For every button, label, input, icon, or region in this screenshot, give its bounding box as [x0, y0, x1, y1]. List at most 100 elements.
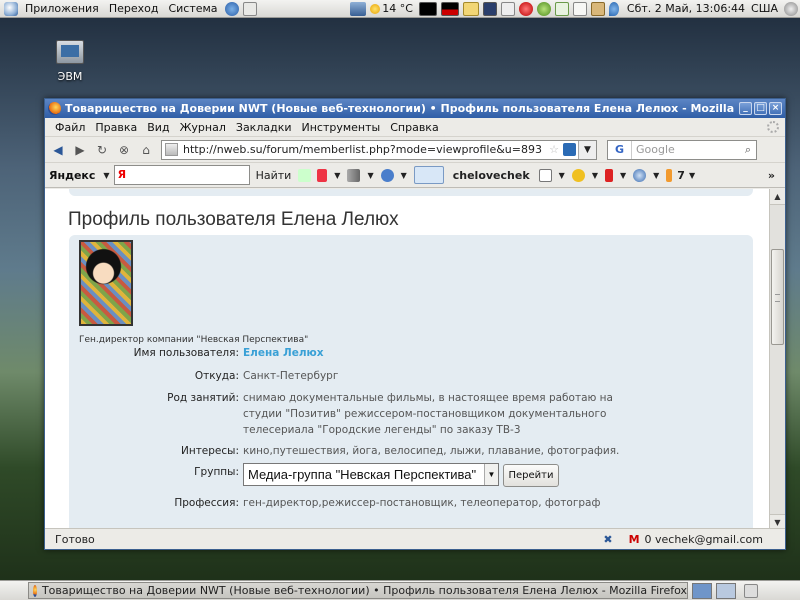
yandex-menu-dropdown-icon[interactable]: ▼: [103, 171, 109, 180]
from-value: Санкт-Петербург: [243, 370, 339, 382]
pen-icon[interactable]: [317, 168, 328, 182]
menu-applications[interactable]: Приложения: [20, 2, 104, 15]
pointer-tool-icon[interactable]: [500, 1, 515, 16]
profession-label: Профессия:: [174, 497, 239, 509]
forward-arrow-icon[interactable]: ▶: [71, 141, 89, 159]
home-icon[interactable]: ⌂: [137, 141, 155, 159]
bird-icon[interactable]: [571, 168, 585, 182]
person-dropdown-icon[interactable]: ▼: [620, 171, 626, 180]
groups-select-value: Медиа-группа "Невская Перспектива": [248, 467, 477, 482]
pen-dropdown-icon[interactable]: ▼: [334, 171, 340, 180]
reload-icon[interactable]: ↻: [93, 141, 111, 159]
drop-icon[interactable]: [608, 1, 619, 16]
menu-file[interactable]: Файл: [50, 121, 90, 134]
close-button[interactable]: ×: [769, 102, 782, 115]
counter-icon[interactable]: [666, 168, 673, 182]
url-text[interactable]: http://nweb.su/forum/memberlist.php?mode…: [183, 143, 547, 156]
firefox-icon: [48, 102, 61, 115]
menu-view[interactable]: Вид: [142, 121, 174, 134]
yandex-username[interactable]: chelovechek: [453, 169, 530, 182]
occupation-line: снимаю документальные фильмы, в настояще…: [243, 392, 613, 404]
minimize-button[interactable]: _: [739, 102, 752, 115]
bird-dropdown-icon[interactable]: ▼: [592, 171, 598, 180]
desktop-computer-icon[interactable]: ЭВМ: [48, 40, 92, 83]
gmail-icon: M: [628, 532, 640, 546]
occupation-line: студии "Позитив" режиссером-постановщико…: [243, 408, 607, 420]
memory-monitor-icon[interactable]: [440, 1, 459, 16]
power-icon[interactable]: [784, 1, 798, 16]
distro-logo-icon[interactable]: [4, 1, 18, 16]
trash-icon[interactable]: [744, 583, 758, 598]
menu-tools[interactable]: Инструменты: [297, 121, 386, 134]
cpu-monitor-icon[interactable]: [418, 1, 437, 16]
temperature-label: 14 °C: [382, 2, 413, 15]
terminal-icon[interactable]: [482, 1, 497, 16]
scroll-thumb[interactable]: [771, 249, 784, 345]
extension-x-icon[interactable]: ✖: [603, 533, 612, 546]
toolbar-overflow-icon[interactable]: »: [768, 169, 775, 182]
network-globe-icon[interactable]: [224, 1, 239, 16]
files-app-icon[interactable]: [590, 1, 605, 16]
menu-bookmarks[interactable]: Закладки: [231, 121, 297, 134]
keyboard-layout[interactable]: США: [751, 2, 778, 15]
window-titlebar[interactable]: Товарищество на Доверии NWT (Новые веб-т…: [45, 99, 785, 118]
search-box[interactable]: G Google ⌕: [607, 139, 757, 160]
mail-envelope-icon[interactable]: [538, 168, 552, 182]
workspace-2[interactable]: [716, 582, 736, 599]
taskbar-window-title: Товарищество на Доверии NWT (Новые веб-т…: [41, 584, 687, 597]
doc-app-icon[interactable]: [572, 1, 587, 16]
taskbar-window-button[interactable]: Товарищество на Доверии NWT (Новые веб-т…: [28, 582, 688, 599]
maximize-button[interactable]: □: [754, 102, 767, 115]
throbber-icon: [767, 121, 779, 133]
page-content: Профиль пользователя Елена Лелюх Ген.дир…: [45, 189, 771, 530]
tick-app-icon[interactable]: [413, 166, 444, 184]
person-icon[interactable]: [604, 168, 613, 182]
gear-icon[interactable]: [633, 168, 647, 182]
feed-icon[interactable]: [563, 143, 576, 156]
chat-dropdown-icon[interactable]: ▼: [401, 171, 407, 180]
gmail-notifier[interactable]: M 0 vechek@gmail.com: [629, 533, 763, 546]
select-arrow-icon[interactable]: ▼: [484, 464, 498, 485]
signal-bars-icon[interactable]: [347, 168, 361, 182]
check-app-icon[interactable]: [554, 1, 569, 16]
window-title: Товарищество на Доверии NWT (Новые веб-т…: [65, 102, 737, 115]
yandex-find-button[interactable]: Найти: [256, 169, 292, 182]
scroll-up-icon[interactable]: ▲: [770, 189, 785, 205]
bars-dropdown-icon[interactable]: ▼: [367, 171, 373, 180]
monitor-icon[interactable]: [350, 1, 367, 16]
menu-system[interactable]: Система: [163, 2, 222, 15]
counter-dropdown-icon[interactable]: ▼: [689, 171, 695, 180]
highlight-icon[interactable]: [298, 168, 312, 182]
back-arrow-icon[interactable]: ◀: [49, 141, 67, 159]
yandex-logo-text: Яндекс: [49, 168, 96, 182]
yandex-logo[interactable]: Яндекс: [49, 169, 95, 182]
search-engine-icon[interactable]: G: [608, 140, 632, 159]
green-app-icon[interactable]: [536, 1, 551, 16]
search-input[interactable]: Google: [632, 143, 740, 156]
menu-edit[interactable]: Правка: [90, 121, 142, 134]
bookmark-star-icon[interactable]: ☆: [549, 143, 559, 156]
red-app-icon[interactable]: [518, 1, 533, 16]
username-value[interactable]: Елена Лелюх: [243, 345, 324, 361]
gear-dropdown-icon[interactable]: ▼: [653, 171, 659, 180]
mail-dropdown-icon[interactable]: ▼: [559, 171, 565, 180]
search-magnifier-icon[interactable]: ⌕: [740, 143, 756, 157]
counter-value[interactable]: 7: [677, 169, 685, 182]
stop-icon[interactable]: ⊗: [115, 141, 133, 159]
url-history-dropdown-icon[interactable]: ▼: [578, 140, 596, 159]
yandex-search-input[interactable]: Я: [113, 165, 250, 185]
clock[interactable]: Сбт. 2 Май, 13:06:44: [627, 2, 745, 15]
workspace-1[interactable]: [692, 582, 712, 599]
weather-sun-icon[interactable]: [370, 3, 381, 14]
vertical-scrollbar[interactable]: ▲ ▼: [769, 189, 785, 530]
mail-notify-icon[interactable]: [462, 1, 479, 16]
groups-select[interactable]: Медиа-группа "Невская Перспектива" ▼: [243, 463, 499, 486]
mail-launcher-icon[interactable]: [242, 1, 257, 16]
menu-places[interactable]: Переход: [104, 2, 164, 15]
go-button[interactable]: Перейти: [503, 464, 559, 487]
url-bar[interactable]: http://nweb.su/forum/memberlist.php?mode…: [161, 139, 597, 160]
from-label: Откуда:: [194, 370, 239, 382]
menu-help[interactable]: Справка: [385, 121, 443, 134]
chat-bubble-icon[interactable]: [380, 168, 394, 182]
menu-history[interactable]: Журнал: [175, 121, 231, 134]
